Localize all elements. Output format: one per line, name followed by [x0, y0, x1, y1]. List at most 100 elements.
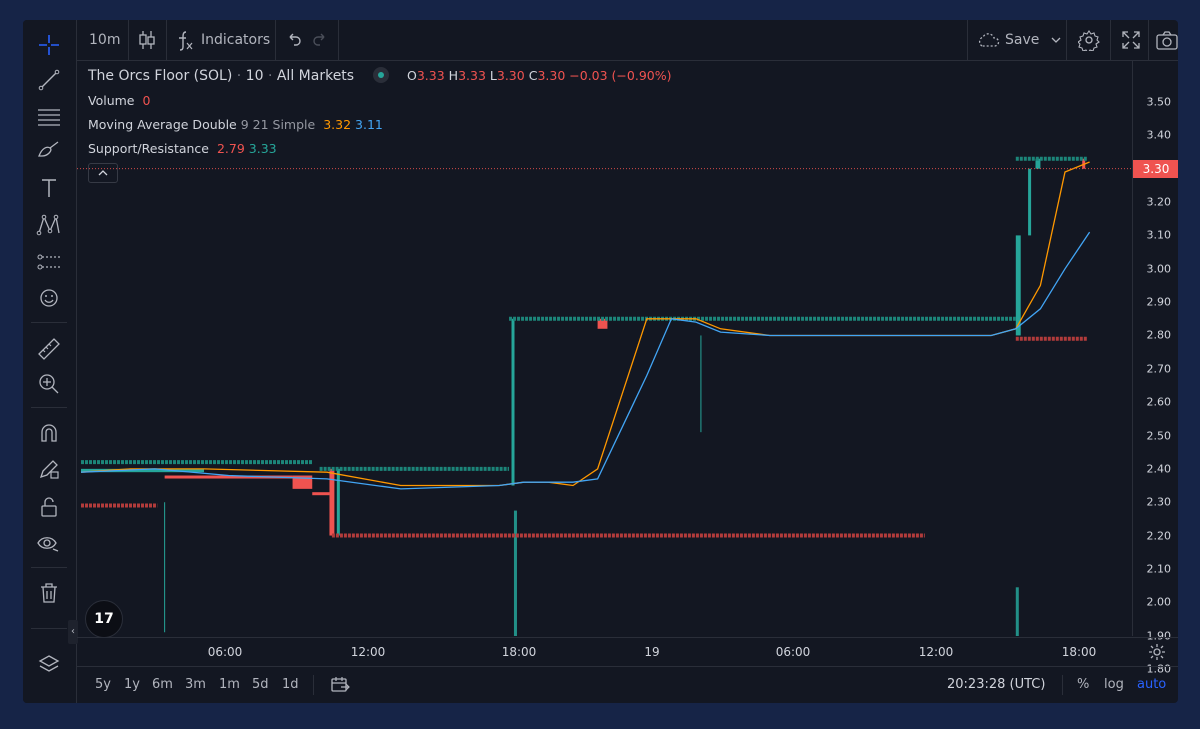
symbol-name[interactable]: The Orcs Floor (SOL): [88, 68, 232, 84]
log-toggle[interactable]: log: [1104, 677, 1124, 692]
interval-button[interactable]: 10m: [89, 20, 120, 60]
text-tool[interactable]: [32, 173, 66, 203]
stay-in-drawing-mode[interactable]: [32, 454, 66, 484]
fib-retracement-tool[interactable]: [32, 101, 66, 131]
collapse-legend-button[interactable]: [88, 163, 118, 183]
fx-icon: [179, 31, 193, 51]
volume-label: Volume: [88, 93, 135, 108]
toolbar-divider: [31, 407, 67, 408]
snapshot-button[interactable]: [1155, 20, 1178, 60]
chevron-up-icon: [98, 170, 108, 176]
remove-drawings[interactable]: [32, 578, 66, 608]
gear-icon: [1078, 30, 1100, 51]
undo-button[interactable]: [283, 20, 303, 60]
prediction-tool[interactable]: [32, 247, 66, 277]
chart-legend: The Orcs Floor (SOL) · 10 · All Markets …: [88, 67, 672, 84]
time-tick: 12:00: [918, 645, 954, 659]
tradingview-logo-icon: 17: [94, 611, 114, 627]
indicators-button[interactable]: Indicators: [175, 20, 270, 60]
magnet-icon: [41, 424, 57, 442]
date-range-icon[interactable]: [329, 675, 351, 695]
pattern-tool[interactable]: [32, 210, 66, 240]
toolbar-separator: [1148, 20, 1149, 60]
toolbar-divider: [31, 322, 67, 323]
candle: [1028, 168, 1032, 236]
fullscreen-button[interactable]: [1120, 20, 1142, 60]
range-5d[interactable]: 5d: [252, 677, 269, 692]
auto-toggle[interactable]: auto: [1137, 677, 1166, 692]
camera-icon: [1156, 31, 1178, 50]
range-1m[interactable]: 1m: [219, 677, 240, 692]
sr-label: Support/Resistance: [88, 141, 209, 156]
unlock-icon: [41, 497, 57, 517]
sr-legend[interactable]: Support/Resistance 2.79 3.33: [88, 141, 277, 156]
crosshair-tool[interactable]: [32, 30, 66, 60]
ma-fast-line: [80, 161, 1090, 487]
trend-line-icon: [38, 69, 60, 91]
price-tick: 2.30: [1146, 495, 1172, 509]
percent-toggle[interactable]: %: [1077, 677, 1089, 692]
range-5y[interactable]: 5y: [95, 677, 111, 692]
volume-bar: [513, 510, 517, 636]
object-tree[interactable]: [32, 650, 66, 680]
cloud-icon: [978, 33, 1000, 47]
forecast-icon: [37, 254, 60, 270]
ma-slow-line: [80, 231, 1091, 490]
price-tick: 3.40: [1146, 128, 1172, 142]
brush-tool[interactable]: [32, 135, 66, 165]
hide-drawings[interactable]: [32, 528, 66, 558]
range-3m[interactable]: 3m: [185, 677, 206, 692]
price-tick: 2.90: [1146, 295, 1172, 309]
candles: [81, 158, 1086, 633]
sr-support-value: 2.79: [216, 141, 245, 156]
ma-slow-value: 3.11: [355, 117, 383, 132]
open-label: O: [407, 68, 417, 83]
moving-averages: [80, 161, 1091, 490]
chart-type-button[interactable]: [137, 20, 157, 60]
price-tick: 2.00: [1146, 595, 1172, 609]
redo-button[interactable]: [311, 20, 331, 60]
measure-tool[interactable]: [32, 333, 66, 363]
text-icon: [42, 179, 56, 197]
toolbar-separator: [275, 20, 276, 60]
ruler-icon: [38, 338, 60, 360]
smiley-icon: [40, 289, 58, 307]
icon-tool[interactable]: [32, 283, 66, 313]
bottom-toolbar: 5y 1y 6m 3m 1m 5d 1d 20:23:28 (UTC) % lo…: [77, 666, 1178, 703]
pattern-icon: [36, 214, 60, 236]
time-tick: 06:00: [207, 645, 243, 659]
price-tick: 2.10: [1146, 562, 1172, 576]
range-1y[interactable]: 1y: [124, 677, 140, 692]
settings-button[interactable]: [1078, 20, 1100, 60]
toolbar-separator: [338, 20, 339, 60]
tradingview-logo[interactable]: 17: [85, 600, 123, 638]
time-tick: 12:00: [350, 645, 386, 659]
ma-params: 9 21 Simple: [240, 117, 316, 132]
utc-clock[interactable]: 20:23:28 (UTC): [947, 677, 1045, 692]
volume-legend[interactable]: Volume 0: [88, 93, 150, 108]
time-axis[interactable]: 06:00 12:00 18:00 19 06:00 12:00 18:00: [77, 637, 1178, 666]
ma-fast-value: 3.32: [323, 117, 352, 132]
range-6m[interactable]: 6m: [152, 677, 173, 692]
range-1d[interactable]: 1d: [282, 677, 299, 692]
axis-settings-icon[interactable]: [1147, 642, 1167, 662]
time-tick: 18:00: [1061, 645, 1097, 659]
price-axis[interactable]: 3.50 3.40 3.30 3.20 3.10 3.00 2.90 2.80 2.70 2.60…: [1132, 61, 1178, 675]
volume-bar: [1015, 587, 1019, 636]
redo-icon: [313, 33, 325, 46]
ma-legend[interactable]: Moving Average Double 9 21 Simple 3.32 3…: [88, 117, 383, 132]
zoom-tool[interactable]: [32, 369, 66, 399]
price-tick: 2.60: [1146, 395, 1172, 409]
trend-line-tool[interactable]: [32, 65, 66, 95]
indicators-label: Indicators: [201, 32, 271, 48]
lock-drawings[interactable]: [32, 492, 66, 522]
toolbar-divider: [31, 567, 67, 568]
time-tick: 06:00: [775, 645, 811, 659]
pencil-lock-icon: [39, 460, 59, 479]
ohlc-values: O3.33 H3.33 L3.30 C3.30 −0.03 (−0.90%): [407, 68, 671, 83]
magnet-tool[interactable]: [32, 418, 66, 448]
save-button[interactable]: Save: [975, 20, 1063, 60]
brush-icon: [38, 141, 59, 157]
price-tick: 3.20: [1146, 195, 1172, 209]
save-label: Save: [1005, 32, 1040, 48]
